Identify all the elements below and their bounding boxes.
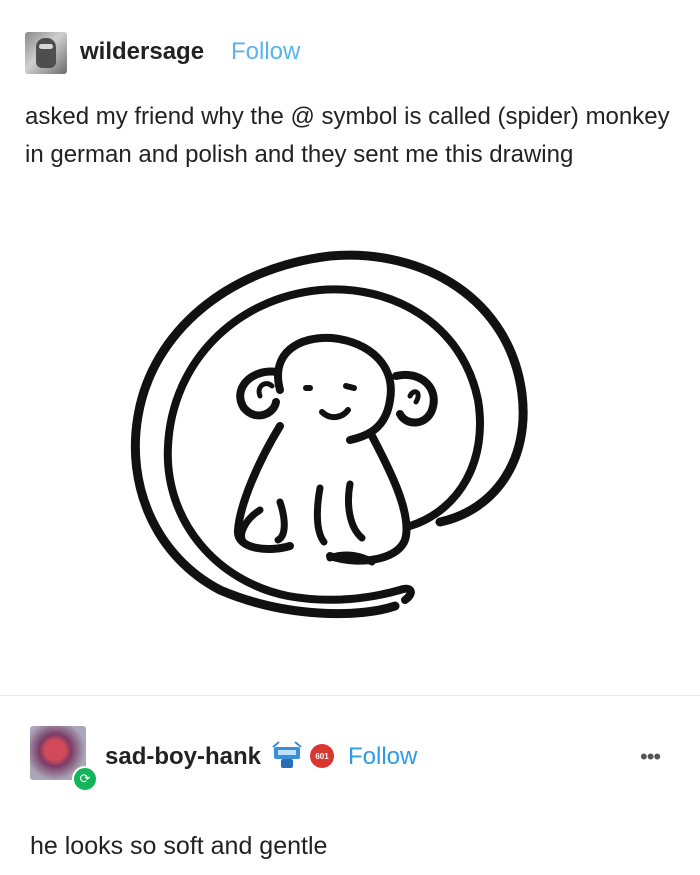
tumblr-badge-icon	[272, 741, 302, 768]
more-options-icon[interactable]: •••	[640, 744, 661, 770]
original-post-username[interactable]: wildersage	[80, 38, 204, 66]
reblog-icon: ⟳	[72, 766, 98, 792]
follow-button-reblog[interactable]: Follow	[348, 743, 417, 771]
original-post-text: asked my friend why the @ symbol is call…	[25, 103, 670, 168]
reblog-username[interactable]: sad-boy-hank	[105, 743, 261, 771]
reblog-text: he looks so soft and gentle	[30, 832, 328, 860]
follow-button[interactable]: Follow	[231, 38, 300, 66]
original-post: wildersage Follow asked my friend why th…	[0, 0, 700, 695]
monkey-at-symbol-drawing	[130, 250, 528, 619]
wildersage-avatar[interactable]	[25, 32, 67, 74]
count-badge: 601	[310, 744, 334, 768]
